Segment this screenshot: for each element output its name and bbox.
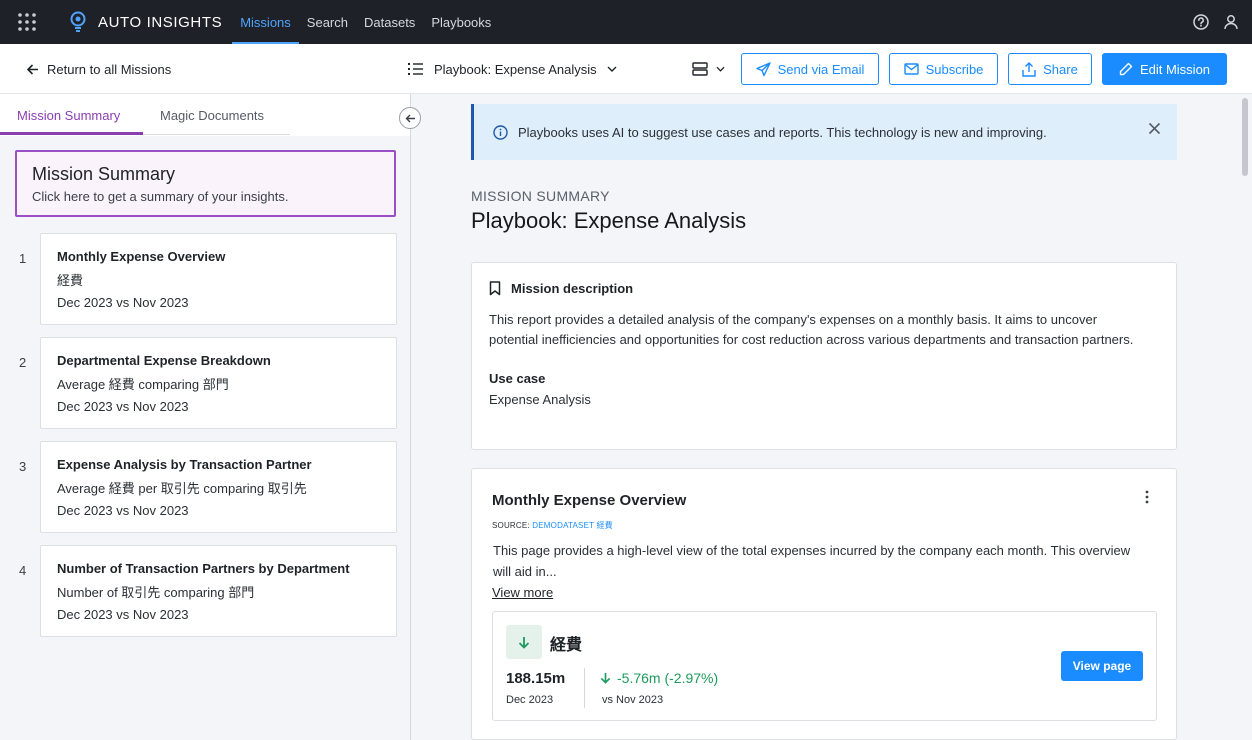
insight-number: 3	[19, 459, 27, 474]
metric-change-value: -5.76m (-2.97%)	[617, 670, 719, 686]
insight-title: Departmental Expense Breakdown	[57, 353, 271, 368]
metric-period: Dec 2023	[506, 694, 554, 706]
metric-comparison-period: vs Nov 2023	[602, 694, 664, 706]
share-label: Share	[1043, 61, 1078, 77]
source-label: SOURCE:	[492, 521, 530, 530]
tab-mission-summary[interactable]: Mission Summary	[17, 94, 120, 136]
insight-title: Expense Analysis by Transaction Partner	[57, 457, 312, 472]
monthly-expense-overview-card: Monthly Expense Overview SOURCE: DEMODAT…	[471, 468, 1177, 740]
more-vertical-icon[interactable]	[1145, 490, 1149, 504]
list-icon	[408, 62, 424, 76]
subscribe-label: Subscribe	[925, 61, 984, 77]
insight-subtitle: Average 経費 comparing 部門	[57, 377, 229, 392]
playbook-select-value: Playbook: Expense Analysis	[434, 61, 597, 77]
insight-number: 2	[19, 355, 27, 370]
arrow-left-icon	[405, 113, 416, 124]
arrow-left-icon	[26, 63, 39, 76]
edit-mission-button[interactable]: Edit Mission	[1102, 53, 1227, 85]
share-button[interactable]: Share	[1008, 53, 1092, 85]
metric-card: 経費 188.15m Dec 2023 -5.76m (-2.97%) vs N…	[492, 611, 1157, 721]
mission-summary-subtitle: Click here to get a summary of your insi…	[32, 189, 289, 204]
insight-number: 4	[19, 563, 27, 578]
chevron-down-icon	[607, 66, 617, 72]
mission-summary-card[interactable]: Mission Summary Click here to get a summ…	[15, 150, 396, 217]
main-scrollbar[interactable]	[1239, 94, 1252, 740]
insight-subtitle: Number of 取引先 comparing 部門	[57, 585, 255, 600]
tab-magic-documents[interactable]: Magic Documents	[160, 94, 264, 136]
metric-value: 188.15m	[506, 670, 566, 687]
insight-date: Dec 2023 vs Nov 2023	[57, 607, 189, 622]
main-nav: Missions Search Datasets Playbooks	[232, 0, 499, 44]
send-via-email-label: Send via Email	[777, 61, 865, 77]
nav-missions[interactable]: Missions	[232, 0, 299, 44]
close-icon[interactable]	[1148, 122, 1161, 135]
insight-title: Monthly Expense Overview	[57, 249, 226, 264]
insight-date: Dec 2023 vs Nov 2023	[57, 503, 189, 518]
lightbulb-logo-icon	[70, 11, 86, 33]
playbook-select[interactable]: Playbook: Expense Analysis	[408, 44, 617, 94]
tab-divider	[143, 134, 290, 135]
overview-source: SOURCE: DEMODATASET 経費	[492, 520, 613, 531]
insight-date: Dec 2023 vs Nov 2023	[57, 295, 189, 310]
info-icon	[493, 124, 508, 140]
share-icon	[1022, 61, 1036, 77]
insight-card-departmental-expense-breakdown[interactable]: Departmental Expense Breakdown Average 経…	[40, 337, 397, 429]
insight-subtitle: 経費	[57, 273, 84, 288]
return-to-missions-link[interactable]: Return to all Missions	[26, 44, 171, 94]
ai-info-banner: Playbooks uses AI to suggest use cases a…	[471, 104, 1177, 160]
page-title: Playbook: Expense Analysis	[471, 208, 747, 233]
mission-toolbar: Return to all Missions Playbook: Expense…	[0, 44, 1252, 94]
app-grid-icon[interactable]	[0, 0, 54, 44]
pencil-icon	[1119, 62, 1133, 76]
send-icon	[755, 61, 771, 77]
bookmark-icon	[489, 281, 501, 296]
nav-datasets[interactable]: Datasets	[356, 0, 423, 44]
top-navigation: AUTO INSIGHTS Missions Search Datasets P…	[0, 0, 1252, 44]
send-via-email-button[interactable]: Send via Email	[741, 53, 879, 85]
user-icon[interactable]	[1223, 14, 1239, 30]
mission-description-card: Mission description This report provides…	[471, 262, 1177, 450]
nav-playbooks[interactable]: Playbooks	[423, 0, 499, 44]
view-page-button[interactable]: View page	[1061, 651, 1143, 681]
mission-summary-title: Mission Summary	[32, 164, 176, 184]
nav-search[interactable]: Search	[299, 0, 356, 44]
scrollbar-thumb[interactable]	[1242, 98, 1248, 176]
mail-icon	[903, 63, 919, 75]
brand-name: AUTO INSIGHTS	[98, 13, 223, 31]
use-case-label: Use case	[489, 371, 546, 386]
overview-title: Monthly Expense Overview	[492, 492, 687, 509]
insight-card-monthly-expense-overview[interactable]: Monthly Expense Overview 経費 Dec 2023 vs …	[40, 233, 397, 325]
help-icon[interactable]	[1193, 14, 1209, 30]
mission-description-body: This report provides a detailed analysis…	[489, 312, 1134, 347]
overview-body: This page provides a high-level view of …	[493, 543, 1131, 579]
brand-logo[interactable]: AUTO INSIGHTS	[70, 11, 222, 33]
mission-description-heading: Mission description	[511, 281, 634, 296]
metric-name: 経費	[550, 637, 583, 654]
left-panel-tabs: Mission Summary Magic Documents	[0, 94, 410, 136]
insight-card-number-of-partners-by-department[interactable]: Number of Transaction Partners by Depart…	[40, 545, 397, 637]
metric-divider	[584, 668, 585, 708]
insight-number: 1	[19, 251, 27, 266]
collapse-panel-button[interactable]	[399, 107, 421, 129]
source-dataset-link[interactable]: DEMODATASET 経費	[532, 521, 613, 530]
left-panel: Mission Summary Magic Documents Mission …	[0, 94, 411, 740]
metric-change: -5.76m (-2.97%)	[600, 670, 718, 686]
section-eyebrow: MISSION SUMMARY	[471, 188, 610, 204]
banner-message: Playbooks uses AI to suggest use cases a…	[518, 124, 1047, 140]
active-tab-indicator	[0, 132, 143, 135]
arrow-down-icon	[600, 672, 611, 684]
insight-date: Dec 2023 vs Nov 2023	[57, 399, 189, 414]
insight-card-expense-analysis-by-partner[interactable]: Expense Analysis by Transaction Partner …	[40, 441, 397, 533]
insight-subtitle: Average 経費 per 取引先 comparing 取引先	[57, 481, 307, 496]
chevron-down-icon	[716, 66, 725, 72]
layout-toggle[interactable]	[692, 44, 725, 94]
edit-mission-label: Edit Mission	[1139, 61, 1211, 77]
arrow-down-icon	[506, 625, 542, 659]
layout-icon	[692, 62, 708, 76]
use-case-value: Expense Analysis	[489, 392, 591, 407]
insight-title: Number of Transaction Partners by Depart…	[57, 561, 350, 576]
return-label: Return to all Missions	[47, 61, 172, 77]
view-more-link[interactable]: View more	[492, 585, 553, 600]
subscribe-button[interactable]: Subscribe	[889, 53, 998, 85]
